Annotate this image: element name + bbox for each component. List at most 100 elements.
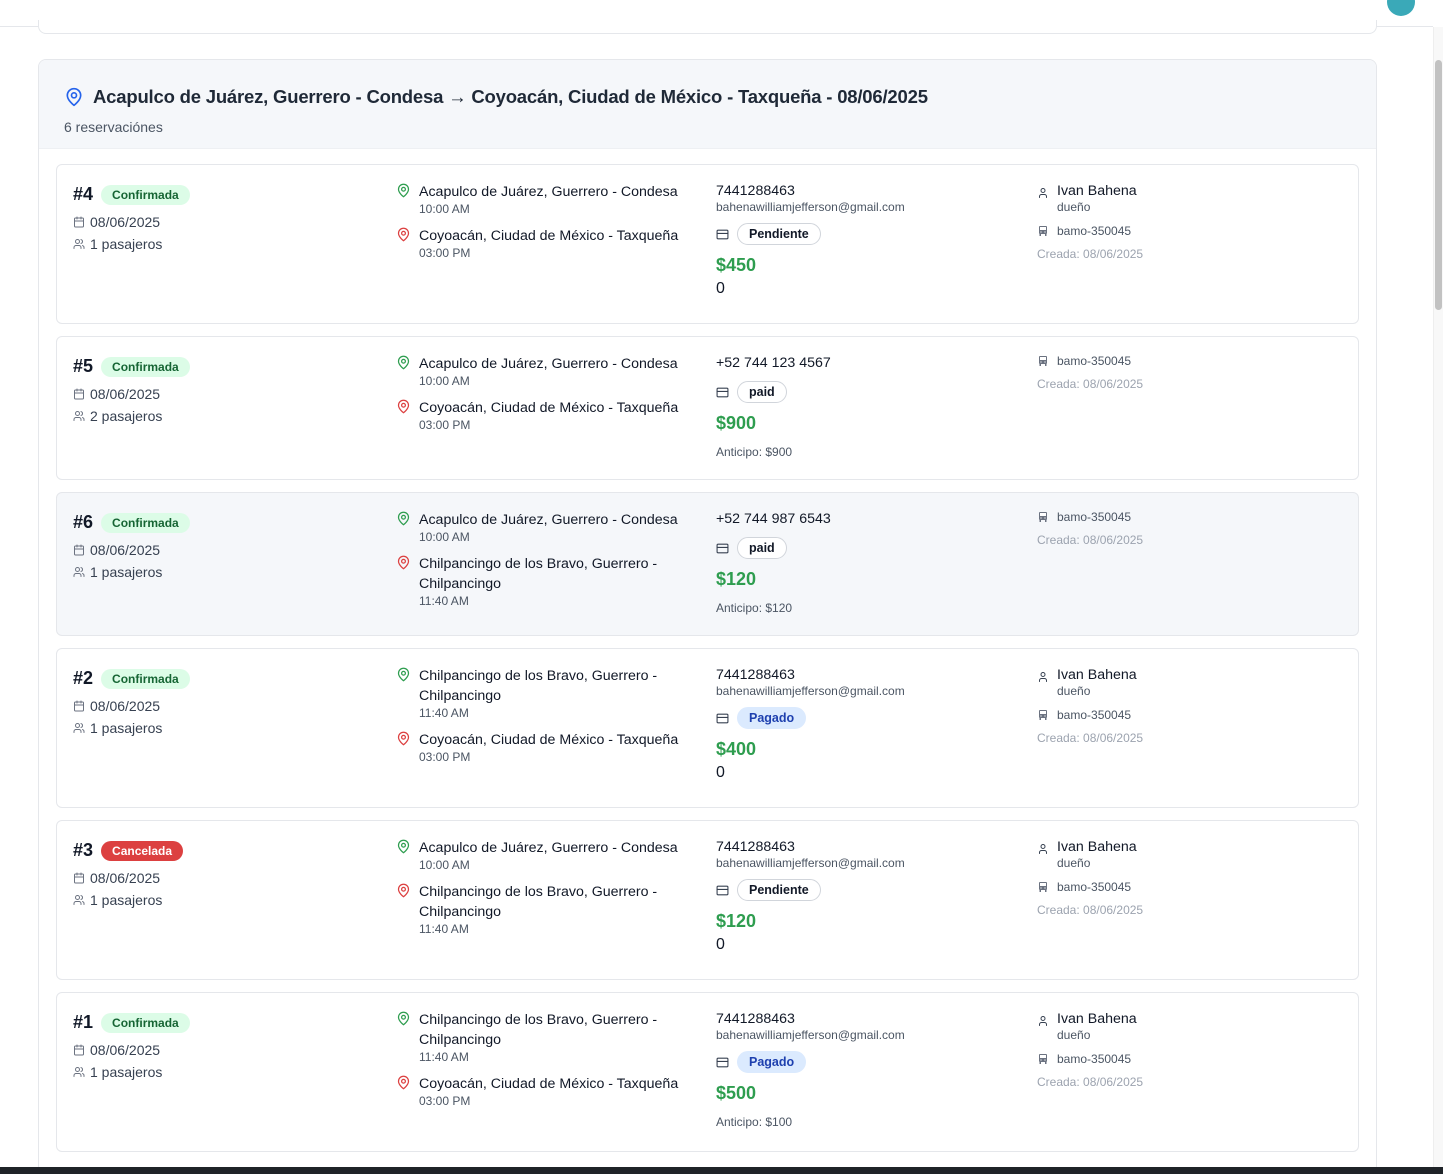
status-badge: Confirmada xyxy=(101,1012,190,1033)
contact-phone: +52 744 987 6543 xyxy=(716,511,831,527)
origin-pin-icon xyxy=(397,183,410,198)
origin-time: 11:40 AM xyxy=(419,1050,469,1064)
origin-pin-icon xyxy=(397,355,410,370)
reservation-summary: #2 Confirmada 08/06/2025 1 pasajeros xyxy=(73,668,190,736)
user-role: dueño xyxy=(1057,856,1091,870)
reservation-count: 6 reservaciónes xyxy=(64,119,163,135)
reservation-amount: $500 xyxy=(716,1083,757,1103)
user-avatar[interactable] xyxy=(1387,0,1415,16)
route-info: Chilpancingo de los Bravo, Guerrero - Ch… xyxy=(396,666,696,764)
origin-name: Acapulco de Juárez, Guerrero - Condesa xyxy=(419,840,678,856)
reservation-amount: $120 xyxy=(716,911,757,931)
bus-code: bamo-350045 xyxy=(1057,1052,1132,1066)
contact-phone: 7441288463 xyxy=(716,1011,795,1027)
reservation-group: Acapulco de Juárez, Guerrero - Condesa →… xyxy=(38,59,1377,1174)
user-icon xyxy=(1039,1016,1047,1026)
credit-card-icon xyxy=(716,387,729,397)
contact-payment: +52 744 987 6543 paid $120 Anticipo: $12… xyxy=(716,510,831,615)
reservation-date: 08/06/2025 xyxy=(90,214,161,230)
group-header: Acapulco de Juárez, Guerrero - Condesa →… xyxy=(39,60,1376,149)
contact-payment: 7441288463 bahenawilliamjefferson@gmail.… xyxy=(716,1010,905,1129)
owner-info: bamo-350045 Creada: 08/06/2025 xyxy=(1037,510,1143,547)
payment-status-badge: Pendiente xyxy=(737,223,821,245)
origin-name: Chilpancingo de los Bravo, Guerrero - Ch… xyxy=(419,1012,658,1048)
origin-pin-icon xyxy=(397,839,410,854)
reservation-summary: #6 Confirmada 08/06/2025 1 pasajeros xyxy=(73,512,190,580)
destination-name: Coyoacán, Ciudad de México - Taxqueña xyxy=(419,1076,679,1092)
reservation-date: 08/06/2025 xyxy=(90,1042,161,1058)
user-role: dueño xyxy=(1057,1028,1091,1042)
passenger-count: 2 pasajeros xyxy=(90,408,163,424)
bus-code: bamo-350045 xyxy=(1057,708,1132,722)
bus-info: bamo-350045 xyxy=(1037,1052,1143,1066)
origin-name: Acapulco de Juárez, Guerrero - Condesa xyxy=(419,512,678,528)
contact-email: bahenawilliamjefferson@gmail.com xyxy=(716,856,905,870)
reservation-summary: #5 Confirmada 08/06/2025 2 pasajeros xyxy=(73,356,190,424)
users-icon xyxy=(73,723,85,733)
owner-info: bamo-350045 Creada: 08/06/2025 xyxy=(1037,354,1143,391)
origin-pin-icon xyxy=(397,1011,410,1026)
payment-status-badge: Pagado xyxy=(737,707,807,729)
origin-pin-icon xyxy=(397,667,410,682)
credit-card-icon xyxy=(716,543,729,553)
passenger-count: 1 pasajeros xyxy=(90,720,163,736)
contact-phone: 7441288463 xyxy=(716,839,795,855)
status-badge: Cancelada xyxy=(101,840,184,861)
passenger-count: 1 pasajeros xyxy=(90,564,163,580)
reservation-id: #3 xyxy=(73,840,94,860)
bus-info: bamo-350045 xyxy=(1037,224,1143,238)
owner-info: Ivan Bahena dueño bamo-350045 Creada: 08… xyxy=(1037,666,1143,745)
user-role: dueño xyxy=(1057,684,1091,698)
reservation-date: 08/06/2025 xyxy=(90,386,161,402)
reservation-card[interactable]: #3 Cancelada 08/06/2025 1 pasajeros Acap… xyxy=(56,820,1359,980)
credit-card-icon xyxy=(716,229,729,239)
contact-email: bahenawilliamjefferson@gmail.com xyxy=(716,1028,905,1042)
created-date: Creada: 08/06/2025 xyxy=(1037,731,1144,745)
reservation-amount: $450 xyxy=(716,255,757,275)
reservation-card[interactable]: #6 Confirmada 08/06/2025 1 pasajeros Aca… xyxy=(56,492,1359,636)
owner-info: Ivan Bahena dueño bamo-350045 Creada: 08… xyxy=(1037,1010,1143,1089)
contact-payment: +52 744 123 4567 paid $900 Anticipo: $90… xyxy=(716,354,831,459)
reservation-card[interactable]: #5 Confirmada 08/06/2025 2 pasajeros Aca… xyxy=(56,336,1359,480)
credit-card-icon xyxy=(716,713,729,723)
destination-name: Chilpancingo de los Bravo, Guerrero - Ch… xyxy=(419,884,658,920)
route-info: Acapulco de Juárez, Guerrero - Condesa 1… xyxy=(396,838,696,936)
reservation-card[interactable]: #4 Confirmada 08/06/2025 1 pasajeros Aca… xyxy=(56,164,1359,324)
created-date: Creada: 08/06/2025 xyxy=(1037,377,1144,391)
bus-icon xyxy=(1039,1054,1047,1064)
calendar-icon xyxy=(74,544,84,556)
reservation-id: #5 xyxy=(73,356,94,376)
calendar-icon xyxy=(74,700,84,712)
payment-extra: Anticipo: $100 xyxy=(716,1115,793,1129)
users-icon xyxy=(73,1067,85,1077)
route-info: Acapulco de Juárez, Guerrero - Condesa 1… xyxy=(396,182,696,260)
passenger-count: 1 pasajeros xyxy=(90,892,163,908)
destination-pin-icon xyxy=(397,227,410,242)
group-title: Acapulco de Juárez, Guerrero - Condesa →… xyxy=(64,86,1351,108)
destination-name: Coyoacán, Ciudad de México - Taxqueña xyxy=(419,732,679,748)
reservation-summary: #1 Confirmada 08/06/2025 1 pasajeros xyxy=(73,1012,190,1080)
scrollbar-thumb[interactable] xyxy=(1435,60,1442,310)
users-icon xyxy=(73,239,85,249)
route-info: Chilpancingo de los Bravo, Guerrero - Ch… xyxy=(396,1010,696,1108)
users-icon xyxy=(73,895,85,905)
contact-payment: 7441288463 bahenawilliamjefferson@gmail.… xyxy=(716,838,905,954)
payment-extra: Anticipo: $900 xyxy=(716,445,793,459)
payment-status-badge: Pendiente xyxy=(737,879,821,901)
contact-phone: 7441288463 xyxy=(716,667,795,683)
calendar-icon xyxy=(74,872,84,884)
status-badge: Confirmada xyxy=(101,356,190,377)
user-info: Ivan Bahena dueño xyxy=(1037,838,1143,870)
status-badge: Confirmada xyxy=(101,668,190,689)
reservation-card[interactable]: #1 Confirmada 08/06/2025 1 pasajeros Chi… xyxy=(56,992,1359,1152)
bottom-bar xyxy=(0,1167,1443,1174)
reservation-amount: $900 xyxy=(716,413,757,433)
destination-time: 03:00 PM xyxy=(419,750,471,764)
reservation-card[interactable]: #2 Confirmada 08/06/2025 1 pasajeros Chi… xyxy=(56,648,1359,808)
contact-email: bahenawilliamjefferson@gmail.com xyxy=(716,200,905,214)
contact-phone: +52 744 123 4567 xyxy=(716,355,831,371)
destination-time: 11:40 AM xyxy=(419,594,469,608)
contact-payment: 7441288463 bahenawilliamjefferson@gmail.… xyxy=(716,666,905,782)
calendar-icon xyxy=(74,388,84,400)
reservation-amount: $400 xyxy=(716,739,757,759)
